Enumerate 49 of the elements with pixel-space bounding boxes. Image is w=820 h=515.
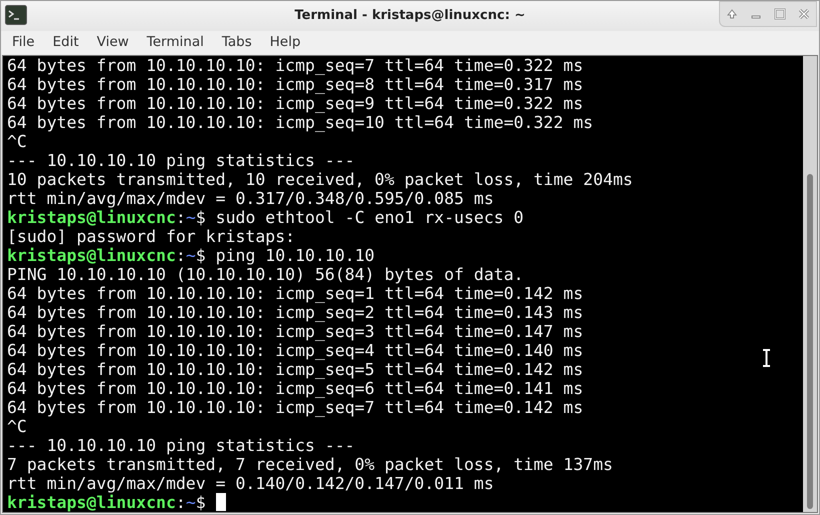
output-line: 64 bytes from 10.10.10.10: icmp_seq=5 ttl=64 time=0.142 ms xyxy=(7,360,584,379)
window-title: Terminal - kristaps@linuxcnc: ~ xyxy=(294,7,526,26)
output-line: PING 10.10.10.10 (10.10.10.10) 56(84) bytes of data. xyxy=(7,265,524,284)
menu-item[interactable]: Edit xyxy=(44,32,88,52)
output-line: 64 bytes from 10.10.10.10: icmp_seq=7 ttl=64 time=0.142 ms xyxy=(7,398,584,417)
menu-item[interactable]: Terminal xyxy=(138,32,213,52)
up-arrow-icon[interactable] xyxy=(726,8,738,20)
prompt-path: ~ xyxy=(186,493,196,512)
output-line: 64 bytes from 10.10.10.10: icmp_seq=1 ttl=64 time=0.142 ms xyxy=(7,284,584,303)
output-line: 64 bytes from 10.10.10.10: icmp_seq=10 ttl=64 time=0.322 ms xyxy=(7,113,594,132)
menu-item[interactable]: Help xyxy=(260,32,310,52)
menu-item[interactable]: File xyxy=(3,32,44,52)
prompt-user: kristaps@linuxcnc xyxy=(7,246,176,265)
output-line: ^C xyxy=(7,132,27,151)
prompt-separator: : xyxy=(176,246,186,265)
prompt-user: kristaps@linuxcnc xyxy=(7,208,176,227)
output-line: 64 bytes from 10.10.10.10: icmp_seq=6 ttl=64 time=0.141 ms xyxy=(7,379,584,398)
prompt-separator: : xyxy=(176,208,186,227)
output-line: ^C xyxy=(7,417,27,436)
output-line: 64 bytes from 10.10.10.10: icmp_seq=7 ttl=64 time=0.322 ms xyxy=(7,56,584,75)
output-line: 64 bytes from 10.10.10.10: icmp_seq=3 ttl=64 time=0.147 ms xyxy=(7,322,584,341)
prompt-symbol: $ xyxy=(196,246,206,265)
menu-item[interactable]: View xyxy=(88,32,138,52)
scrollbar[interactable] xyxy=(803,56,817,512)
prompt-path: ~ xyxy=(186,246,196,265)
output-line: --- 10.10.10.10 ping statistics --- xyxy=(7,436,355,455)
prompt-path: ~ xyxy=(186,208,196,227)
menu-item[interactable]: Tabs xyxy=(212,32,261,52)
output-line: 7 packets transmitted, 7 received, 0% packet loss, time 137ms xyxy=(7,455,613,474)
output-line: [sudo] password for kristaps: xyxy=(7,227,296,246)
output-line: 64 bytes from 10.10.10.10: icmp_seq=9 ttl=64 time=0.322 ms xyxy=(7,94,584,113)
prompt-user: kristaps@linuxcnc xyxy=(7,493,176,512)
scrollbar-thumb[interactable] xyxy=(807,174,813,509)
terminal-app-icon xyxy=(5,5,27,25)
maximize-icon[interactable] xyxy=(774,8,786,20)
output-line: rtt min/avg/max/mdev = 0.317/0.348/0.595/0.085 ms xyxy=(7,189,494,208)
prompt-separator: : xyxy=(176,493,186,512)
close-icon[interactable] xyxy=(798,8,810,20)
prompt-symbol: $ xyxy=(196,493,206,512)
text-cursor-icon xyxy=(762,349,771,367)
command-text: ping 10.10.10.10 xyxy=(214,246,375,265)
prompt-symbol: $ xyxy=(196,208,206,227)
output-line: 64 bytes from 10.10.10.10: icmp_seq=2 ttl=64 time=0.143 ms xyxy=(7,303,584,322)
output-line: --- 10.10.10.10 ping statistics --- xyxy=(7,151,355,170)
output-line: rtt min/avg/max/mdev = 0.140/0.142/0.147/0.011 ms xyxy=(7,474,494,493)
output-line: 64 bytes from 10.10.10.10: icmp_seq=8 ttl=64 time=0.317 ms xyxy=(7,75,584,94)
output-line: 64 bytes from 10.10.10.10: icmp_seq=4 ttl=64 time=0.140 ms xyxy=(7,341,584,360)
output-line: 10 packets transmitted, 10 received, 0% packet loss, time 204ms xyxy=(7,170,633,189)
command-text: sudo ethtool -C eno1 rx-usecs 0 xyxy=(214,208,524,227)
